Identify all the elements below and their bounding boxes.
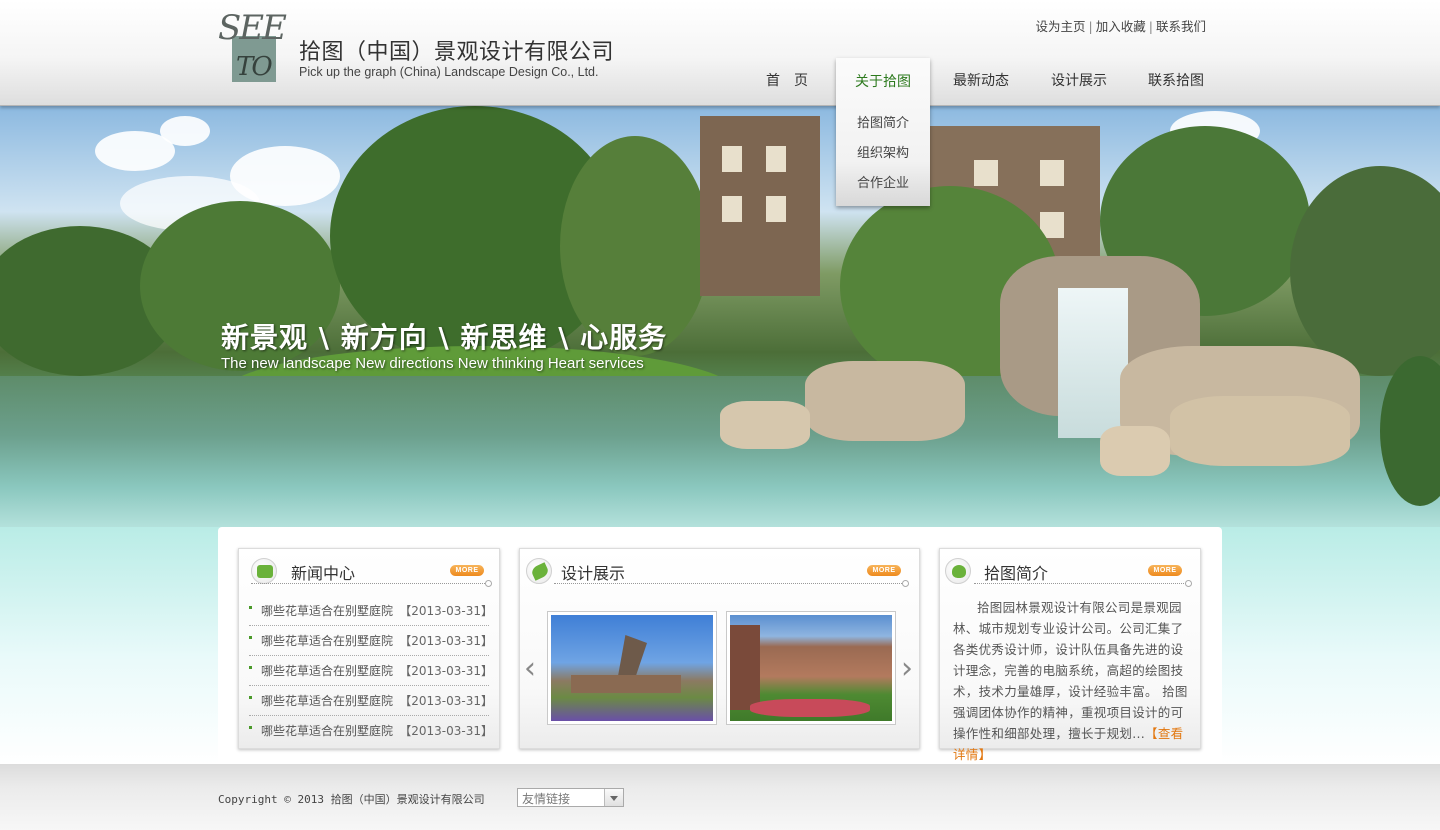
nav-item-contact[interactable]: 联系拾图	[1148, 70, 1204, 90]
intro-paragraph: 拾图园林景观设计有限公司是景观园林、城市规划专业设计公司。公司汇集了各类优秀设计…	[953, 600, 1188, 741]
contact-us-link[interactable]: 联系我们	[1156, 19, 1206, 34]
nav-item-about[interactable]: 关于拾图	[836, 71, 930, 91]
friend-links-value: 友情链接	[522, 792, 571, 806]
design-showcase-box: 设计展示 MORE ‹ ›	[519, 548, 920, 749]
site-footer: Copyright © 2013 拾图（中国）景观设计有限公司 友情链接	[0, 764, 1440, 830]
waterfall-shape	[1058, 288, 1128, 438]
tree-shape	[1290, 166, 1440, 376]
title-divider	[974, 583, 1186, 584]
news-item-date: 【2013-03-31】	[399, 694, 493, 708]
leaf-icon	[526, 558, 552, 584]
site-header: SEE TO 拾图（中国）景观设计有限公司 Pick up the graph …	[0, 0, 1440, 106]
news-list-item[interactable]: 哪些花草适合在别墅庭院 【2013-03-31】	[249, 596, 493, 626]
nav-dropdown-about: 关于拾图 拾图简介 组织架构 合作企业	[836, 58, 930, 206]
divider-dot	[485, 580, 492, 587]
news-list: 哪些花草适合在别墅庭院 【2013-03-31】 哪些花草适合在别墅庭院 【2013…	[249, 596, 493, 746]
title-divider	[251, 583, 487, 584]
divider-dot	[902, 580, 909, 587]
news-list-item[interactable]: 哪些花草适合在别墅庭院 【2013-03-31】	[249, 686, 493, 716]
top-link-separator: |	[1148, 19, 1153, 34]
news-item-title[interactable]: 哪些花草适合在别墅庭院	[261, 722, 393, 739]
intro-more-button[interactable]: MORE	[1148, 565, 1182, 576]
design-more-button[interactable]: MORE	[867, 565, 901, 576]
company-intro-text: 拾图园林景观设计有限公司是景观园林、城市规划专业设计公司。公司汇集了各类优秀设计…	[953, 597, 1191, 765]
building-shape	[700, 116, 820, 296]
cloud-shape	[160, 116, 210, 146]
news-more-button[interactable]: MORE	[450, 565, 484, 576]
news-list-item[interactable]: 哪些花草适合在别墅庭院 【2013-03-31】	[249, 716, 493, 746]
add-favorite-link[interactable]: 加入收藏	[1096, 19, 1146, 34]
top-link-separator: |	[1088, 19, 1093, 34]
news-item-date: 【2013-03-31】	[399, 634, 493, 648]
carousel-next-icon[interactable]: ›	[901, 651, 913, 686]
hero-banner	[0, 106, 1440, 546]
nav-item-design[interactable]: 设计展示	[1051, 70, 1107, 90]
news-center-box: 新闻中心 MORE 哪些花草适合在别墅庭院 【2013-03-31】 哪些花草适合…	[238, 548, 500, 749]
design-showcase-title: 设计展示	[561, 564, 626, 583]
banner-slogan-cn: 新景观 \ 新方向 \ 新思维 \ 心服务	[221, 321, 668, 354]
top-links: 设为主页 | 加入收藏 | 联系我们	[1020, 16, 1206, 35]
dropdown-item-structure[interactable]: 组织架构	[836, 142, 930, 161]
news-item-title[interactable]: 哪些花草适合在别墅庭院	[261, 632, 393, 649]
logo-see-text: SEE	[218, 8, 287, 48]
news-item-date: 【2013-03-31】	[399, 604, 493, 618]
set-homepage-link[interactable]: 设为主页	[1036, 19, 1086, 34]
rock-shape	[720, 401, 810, 449]
company-intro-box: 拾图简介 MORE 拾图园林景观设计有限公司是景观园林、城市规划专业设计公司。公…	[939, 548, 1201, 762]
news-center-title: 新闻中心	[291, 564, 356, 583]
divider-dot	[1185, 580, 1192, 587]
dropdown-item-partners[interactable]: 合作企业	[836, 172, 930, 191]
friend-links-select[interactable]: 友情链接	[517, 788, 624, 807]
tree-icon	[945, 558, 971, 584]
banner-slogan-en: The new landscape New directions New thi…	[221, 355, 644, 372]
news-icon	[251, 558, 277, 584]
rock-shape	[805, 361, 965, 441]
carousel-prev-icon[interactable]: ‹	[524, 651, 536, 686]
company-logo[interactable]: SEE TO	[218, 8, 294, 86]
company-name-en: Pick up the graph (China) Landscape Desi…	[299, 65, 599, 79]
dropdown-item-intro[interactable]: 拾图简介	[836, 112, 930, 131]
nav-item-home[interactable]: 首 页	[766, 70, 808, 90]
rock-shape	[1170, 396, 1350, 466]
news-list-item[interactable]: 哪些花草适合在别墅庭院 【2013-03-31】	[249, 656, 493, 686]
news-list-item[interactable]: 哪些花草适合在别墅庭院 【2013-03-31】	[249, 626, 493, 656]
chevron-down-icon[interactable]	[604, 789, 623, 806]
design-thumbnail[interactable]	[547, 611, 717, 725]
title-divider	[554, 583, 904, 584]
news-item-title[interactable]: 哪些花草适合在别墅庭院	[261, 662, 393, 679]
news-item-title[interactable]: 哪些花草适合在别墅庭院	[261, 692, 393, 709]
logo-to-text: TO	[236, 52, 273, 82]
rock-shape	[1100, 426, 1170, 476]
nav-item-news[interactable]: 最新动态	[953, 70, 1009, 90]
news-item-date: 【2013-03-31】	[399, 724, 493, 738]
company-intro-title: 拾图简介	[984, 564, 1049, 583]
news-item-title[interactable]: 哪些花草适合在别墅庭院	[261, 602, 393, 619]
news-item-date: 【2013-03-31】	[399, 664, 493, 678]
copyright-text: Copyright © 2013 拾图（中国）景观设计有限公司	[218, 793, 485, 806]
design-thumbnail[interactable]	[726, 611, 896, 725]
company-name-cn: 拾图（中国）景观设计有限公司	[299, 40, 615, 65]
